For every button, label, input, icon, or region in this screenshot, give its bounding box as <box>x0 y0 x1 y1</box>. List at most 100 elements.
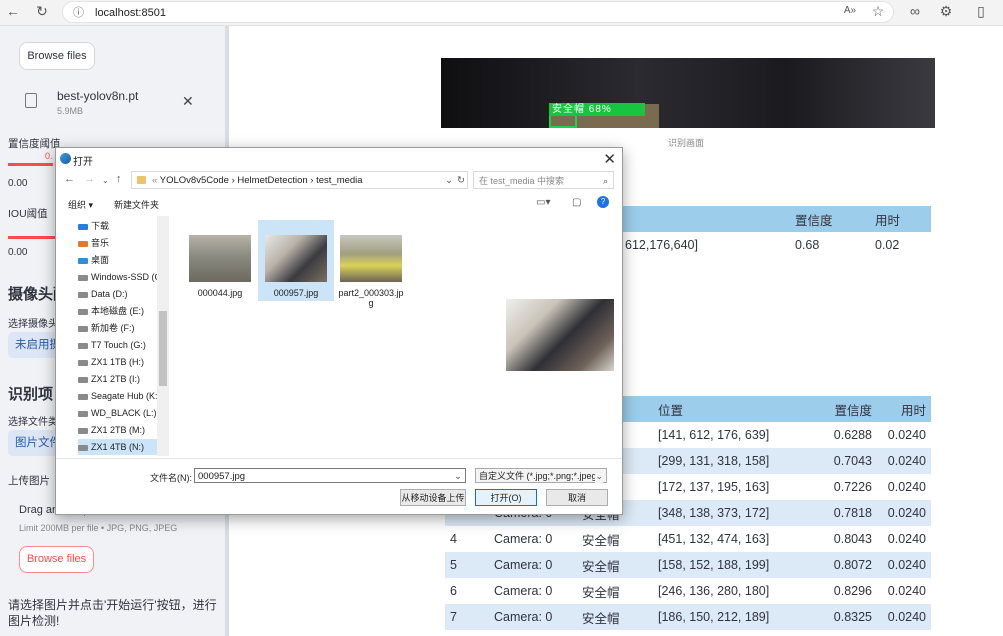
table-cell: [186, 150, 212, 189] <box>658 610 770 624</box>
forward-icon[interactable]: → <box>84 173 95 185</box>
tree-item[interactable]: Windows-SSD (C <box>78 269 161 285</box>
file-item[interactable]: 000044.jpg <box>182 235 258 298</box>
breadcrumb-item[interactable]: YOLOv8v5Code <box>160 175 229 186</box>
file-name: 000044.jpg <box>197 288 243 298</box>
file-item[interactable]: part2_000303.jpg <box>333 235 409 308</box>
table-cell: 7 <box>450 610 457 624</box>
search-icon: ⌕ <box>602 176 608 186</box>
recent-dropdown-icon[interactable]: ⌄ <box>102 176 109 185</box>
filename-input[interactable]: 000957.jpg ⌄ <box>194 468 466 483</box>
table-cell: [246, 136, 280, 180] <box>658 584 770 598</box>
detection-overlay-label: 安全帽 68% <box>549 103 645 116</box>
table-cell: 安全帽 <box>582 533 620 548</box>
results-header-cell: 位置 <box>658 403 684 418</box>
file-thumbnail <box>340 235 402 282</box>
chevron-down-icon[interactable]: ⌄ <box>595 469 603 484</box>
tree-item-label: Seagate Hub (K: <box>91 391 158 401</box>
tree-item[interactable]: Data (D:) <box>78 286 158 302</box>
image-browse-button[interactable]: Browse files <box>19 546 94 573</box>
file-icon <box>25 93 37 108</box>
table-cell: [451, 132, 474, 163] <box>658 532 770 546</box>
tree-item-label: ZX1 2TB (M:) <box>91 425 146 435</box>
file-item-selected[interactable]: 000957.jpg <box>258 220 334 301</box>
drive-icon <box>78 427 88 434</box>
dialog-search-input[interactable]: 在 test_media 中搜索 ⌕ <box>473 171 614 189</box>
table-cell: 4 <box>450 532 457 546</box>
status-message: 请选择图片并点击'开始运行'按钮，进行图片检测! <box>8 598 217 628</box>
open-button[interactable]: 打开(O) <box>475 489 537 506</box>
dialog-title: 打开 <box>73 157 93 168</box>
tree-item[interactable]: 音乐 <box>78 235 158 251</box>
favorite-star-icon[interactable]: ☆ <box>869 3 887 20</box>
view-options-icon[interactable]: ▭▾ <box>536 197 550 208</box>
extensions-icon[interactable]: ⚙ <box>937 3 955 20</box>
dialog-bottom-bar: 文件名(N): 000957.jpg ⌄ 自定义文件 (*.jpg;*.png;… <box>56 458 622 515</box>
file-type-select[interactable]: 自定义文件 (*.jpg;*.png;*.jpeg ⌄ <box>475 468 607 484</box>
breadcrumb[interactable]: « YOLOv8v5Code › HelmetDetection › test_… <box>131 171 468 189</box>
infinity-icon[interactable]: ∞ <box>906 3 924 19</box>
search-placeholder: 在 test_media 中搜索 <box>479 176 565 186</box>
table-cell: 0.0240 <box>887 454 926 468</box>
up-folder-icon[interactable]: ↑ <box>116 173 122 185</box>
tree-item[interactable]: Seagate Hub (K: <box>78 388 158 404</box>
conf-min-value: 0.00 <box>8 178 28 189</box>
tree-item[interactable]: 新加卷 (F:) <box>78 320 158 336</box>
back-icon[interactable]: ← <box>4 3 22 19</box>
split-screen-icon[interactable]: ▯ <box>972 3 990 20</box>
iou-slider-fill <box>8 236 55 239</box>
upload-from-mobile-button[interactable]: 从移动设备上传 <box>400 489 466 506</box>
tree-item[interactable]: ZX1 4TB (N:) <box>78 439 158 455</box>
upload-limit-text: Limit 200MB per file • JPG, PNG, JPEG <box>19 523 178 533</box>
filename-value: 000957.jpg <box>198 471 246 482</box>
table-cell: 0.0240 <box>887 610 926 624</box>
tree-item[interactable]: ZX1 2TB (M:) <box>78 422 158 438</box>
tree-scrollbar[interactable] <box>157 216 169 456</box>
tree-item[interactable]: WD_BLACK (L:) <box>78 405 158 421</box>
help-icon[interactable]: ? <box>597 196 609 208</box>
music-icon <box>78 240 88 247</box>
table-cell: Camera: 0 <box>494 584 553 598</box>
tree-item[interactable]: ZX1 1TB (H:) <box>78 354 158 370</box>
new-folder-button[interactable]: 新建文件夹 <box>114 198 159 211</box>
model-browse-button[interactable]: Browse files <box>19 42 95 70</box>
chevron-down-icon[interactable]: ⌄ <box>454 469 462 484</box>
table-cell: [172, 137, 195, 163] <box>658 480 770 494</box>
dialog-toolbar: 组织 ▾ 新建文件夹 ▭▾ ▢ ? <box>56 193 622 215</box>
organize-button[interactable]: 组织 ▾ <box>68 198 93 211</box>
summary-header-cell: 用时 <box>875 213 901 228</box>
tree-item[interactable]: 桌面 <box>78 252 158 268</box>
read-aloud-icon[interactable]: A» <box>841 5 859 16</box>
summary-cell: 612,176,640] <box>625 238 698 252</box>
tree-item-label: 音乐 <box>91 238 110 248</box>
chevron-down-icon[interactable]: ⌄ <box>445 172 453 190</box>
table-cell: 0.7818 <box>833 506 872 520</box>
tree-item[interactable]: 下载 <box>78 218 158 234</box>
cancel-button[interactable]: 取消 <box>546 489 608 506</box>
scrollbar-thumb[interactable] <box>159 311 167 386</box>
preview-pane-icon[interactable]: ▢ <box>572 197 581 208</box>
dialog-close-icon[interactable]: ✕ <box>603 150 616 168</box>
drive-icon <box>78 308 88 315</box>
table-cell: [348, 138, 373, 172] <box>658 506 770 520</box>
table-cell: Camera: 0 <box>494 532 553 546</box>
tree-item[interactable]: 本地磁盘 (E:) <box>78 303 158 319</box>
breadcrumb-item[interactable]: test_media <box>316 175 362 186</box>
tree-item[interactable]: T7 Touch (G:) <box>78 337 158 353</box>
camera-select-label: 选择摄像头 <box>8 319 58 330</box>
info-icon[interactable]: ⓘ <box>73 2 84 24</box>
drive-icon <box>78 410 88 417</box>
table-row: 4 Camera: 0 安全帽 [451, 132, 474, 163] 0.8043 0… <box>445 526 931 552</box>
table-cell: 0.6288 <box>833 428 872 442</box>
file-thumbnail <box>265 235 327 282</box>
address-bar[interactable]: ⓘ localhost:8501 <box>62 1 894 23</box>
refresh-icon[interactable]: ↻ <box>457 172 465 190</box>
back-icon[interactable]: ← <box>64 173 75 185</box>
drive-icon <box>78 274 88 281</box>
file-type-value: 自定义文件 (*.jpg;*.png;*.jpeg <box>479 471 597 481</box>
breadcrumb-item[interactable]: HelmetDetection <box>237 175 307 186</box>
refresh-icon[interactable]: ↻ <box>33 3 51 20</box>
remove-file-icon[interactable]: ✕ <box>182 93 194 110</box>
tree-item[interactable]: ZX1 2TB (I:) <box>78 371 158 387</box>
table-cell: 0.0240 <box>887 480 926 494</box>
url-text: localhost:8501 <box>95 7 166 19</box>
